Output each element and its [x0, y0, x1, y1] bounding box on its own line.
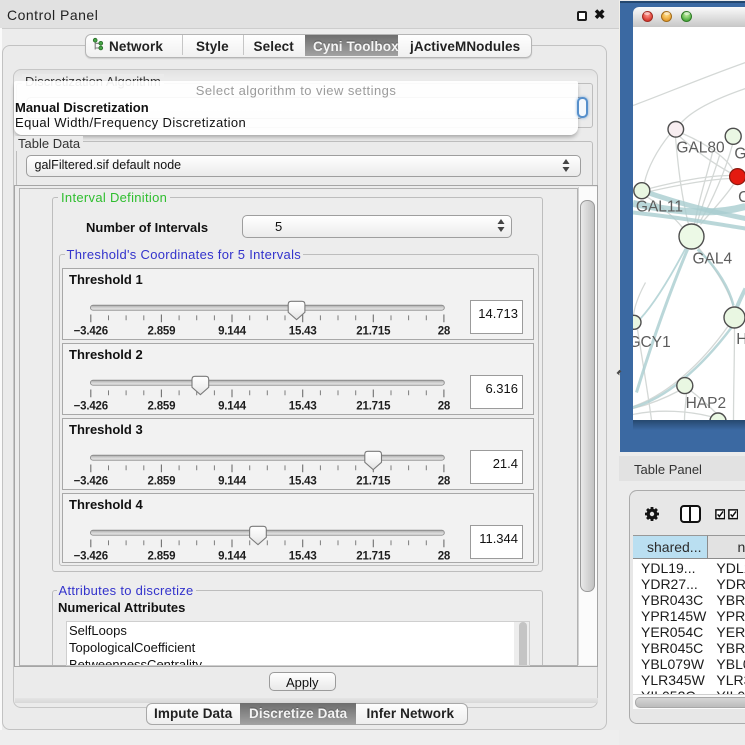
svg-text:28: 28 — [437, 550, 450, 561]
svg-text:GAL80: GAL80 — [676, 139, 725, 156]
svg-text:28: 28 — [437, 325, 450, 337]
svg-text:GAL11: GAL11 — [635, 198, 682, 215]
svg-text:−3.426: −3.426 — [73, 325, 107, 337]
svg-text:21.715: 21.715 — [356, 400, 391, 412]
svg-text:9.144: 9.144 — [218, 475, 247, 487]
svg-text:9.144: 9.144 — [218, 325, 247, 337]
svg-text:21.715: 21.715 — [356, 475, 391, 487]
svg-text:C: C — [738, 189, 745, 206]
svg-text:−3.426: −3.426 — [73, 400, 107, 412]
svg-text:G.: G. — [734, 145, 745, 162]
svg-text:2.859: 2.859 — [147, 475, 175, 487]
svg-text:15.43: 15.43 — [288, 550, 316, 561]
svg-text:GAL4: GAL4 — [692, 250, 732, 267]
svg-text:2.859: 2.859 — [147, 325, 175, 337]
svg-text:GCY1: GCY1 — [633, 334, 671, 351]
svg-text:−3.426: −3.426 — [73, 475, 107, 487]
svg-text:9.144: 9.144 — [218, 400, 247, 412]
svg-text:21.715: 21.715 — [356, 550, 391, 561]
svg-text:28: 28 — [437, 475, 450, 487]
svg-text:15.43: 15.43 — [288, 400, 316, 412]
svg-text:−3.426: −3.426 — [73, 550, 107, 561]
svg-text:15.43: 15.43 — [288, 475, 316, 487]
svg-text:9.144: 9.144 — [218, 550, 247, 561]
svg-text:H: H — [736, 331, 745, 348]
svg-text:28: 28 — [437, 400, 450, 412]
svg-text:21.715: 21.715 — [356, 325, 391, 337]
svg-text:HAP2: HAP2 — [685, 395, 726, 412]
svg-text:15.43: 15.43 — [288, 325, 316, 337]
svg-text:2.859: 2.859 — [147, 550, 175, 561]
svg-text:2.859: 2.859 — [147, 400, 175, 412]
